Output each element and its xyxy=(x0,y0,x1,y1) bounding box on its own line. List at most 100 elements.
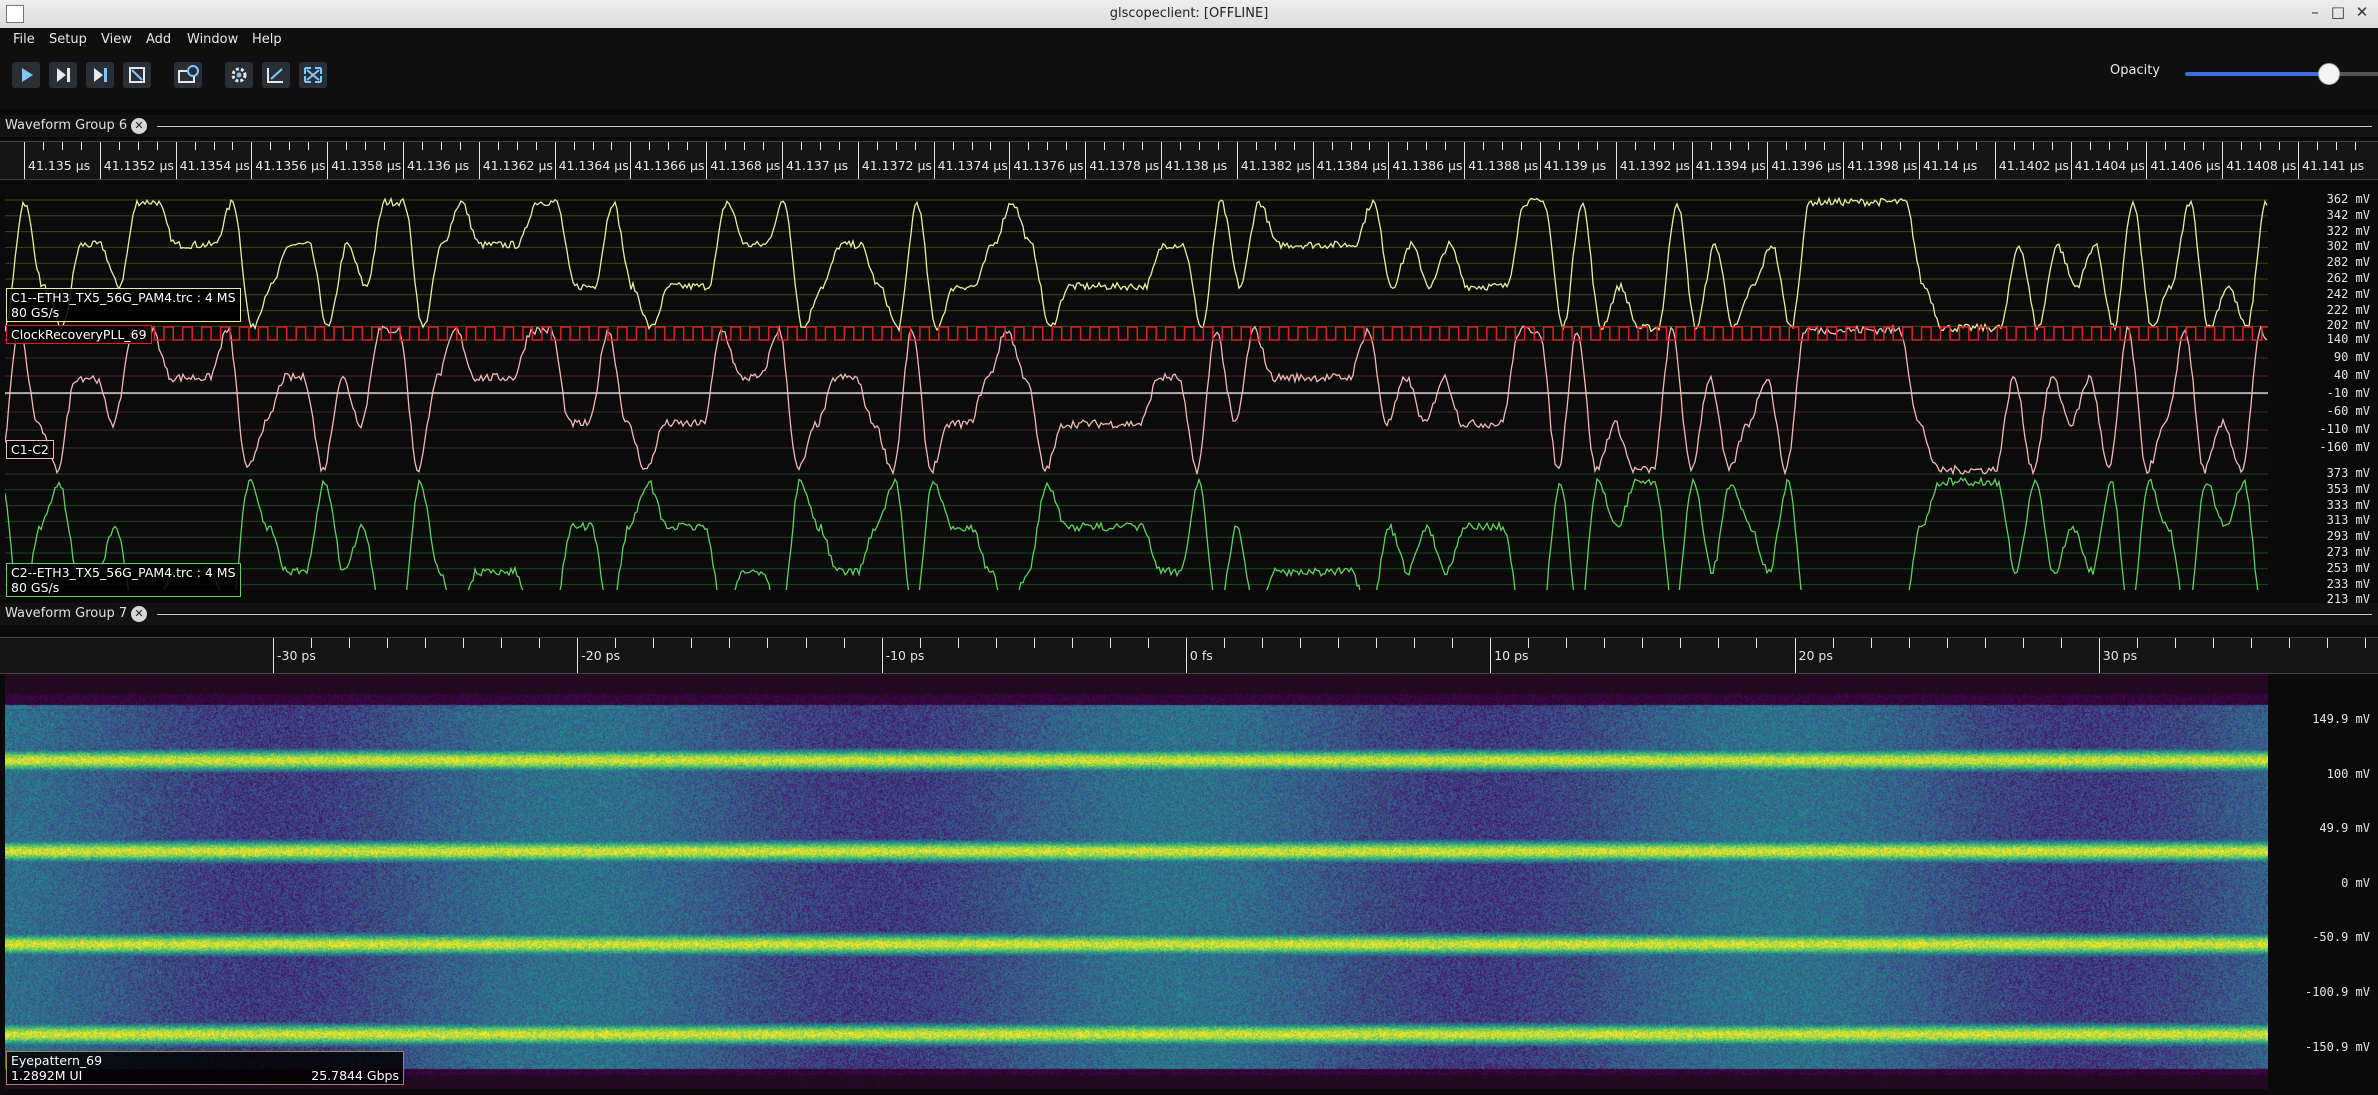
timeline-minor-tick xyxy=(952,142,954,150)
channel-label-c2[interactable]: C2--ETH3_TX5_56G_PAM4.trc : 4 MS 80 GS/s xyxy=(6,563,241,597)
menu-file[interactable]: File xyxy=(13,32,35,47)
eye-pattern-plot[interactable] xyxy=(5,674,2268,1089)
menu-setup[interactable]: Setup xyxy=(49,32,87,47)
timeline-minor-tick xyxy=(668,142,670,150)
axis-label: 273 mV xyxy=(2326,545,2370,559)
timeline-label: 41.1378 µs xyxy=(1089,158,1160,173)
timeline-minor-tick xyxy=(971,142,973,150)
menubar: File Setup View Add Window Help xyxy=(0,28,2378,53)
timeline-major-tick xyxy=(1388,142,1390,179)
timeline-group-7[interactable]: -30 ps -20 ps -10 ps 0 fs 10 ps 20 ps 30 ps xyxy=(0,637,2378,674)
opacity-slider-track[interactable] xyxy=(2185,72,2329,76)
timeline-major-tick xyxy=(1464,142,1466,179)
history-icon[interactable] xyxy=(174,62,202,88)
timeline-minor-tick xyxy=(118,142,120,150)
axis-label: 100 mV xyxy=(2326,766,2370,781)
timeline-minor-tick xyxy=(805,638,807,648)
menu-help[interactable]: Help xyxy=(252,32,282,47)
timeline-minor-tick xyxy=(42,142,44,150)
timeline-minor-tick xyxy=(425,638,427,648)
axis-label: 262 mV xyxy=(2326,271,2370,285)
minimize-icon[interactable]: – xyxy=(2305,3,2325,21)
timeline-major-tick xyxy=(24,142,25,179)
timeline-major-tick xyxy=(857,142,859,179)
timeline-minor-tick xyxy=(592,142,594,150)
timeline-minor-tick xyxy=(691,638,693,648)
timeline-minor-tick xyxy=(501,638,503,648)
timeline-minor-tick xyxy=(1047,142,1049,150)
timeline-minor-tick xyxy=(1558,142,1560,150)
timeline-minor-tick xyxy=(232,142,234,150)
timeline-label: 41.135 µs xyxy=(28,158,91,173)
axis-label: 342 mV xyxy=(2326,207,2370,222)
timeline-major-tick xyxy=(706,142,708,179)
axis-label: 0 mV xyxy=(2341,875,2370,890)
timeline-major-tick xyxy=(1236,142,1238,179)
close-group-6-icon[interactable]: ✕ xyxy=(131,118,147,134)
timeline-minor-tick xyxy=(819,142,821,150)
opacity-slider-thumb[interactable] xyxy=(2318,63,2341,85)
channel-label-c1[interactable]: C1--ETH3_TX5_56G_PAM4.trc : 4 MS 80 GS/s xyxy=(6,288,241,322)
menu-window[interactable]: Window xyxy=(187,32,238,47)
start-icon[interactable] xyxy=(12,62,40,88)
timeline-minor-tick xyxy=(1445,142,1447,150)
timeline-label: 41.1364 µs xyxy=(558,158,629,173)
force-trigger-icon[interactable] xyxy=(86,62,114,88)
timeline-minor-tick xyxy=(1900,142,1902,150)
timeline-minor-tick xyxy=(1452,638,1454,648)
timeline-group-6[interactable]: 41.135 µs 41.1352 µs 41.1354 µs 41.1356 µs 4… xyxy=(0,141,2378,180)
timeline-major-tick xyxy=(2298,142,2299,179)
axis-label: 333 mV xyxy=(2326,497,2370,512)
timeline-minor-tick xyxy=(346,142,348,150)
channel-label-eyepattern[interactable]: Eyepattern_69 1.2892M UI 25.7844 Gbps xyxy=(6,1051,404,1085)
timeline-minor-tick xyxy=(1672,142,1674,150)
timeline-minor-tick xyxy=(1198,142,1200,150)
axis-label: 293 mV xyxy=(2326,529,2370,544)
single-trigger-icon[interactable] xyxy=(49,62,77,88)
timeline-minor-tick xyxy=(1528,638,1530,648)
timeline-minor-tick xyxy=(1338,638,1340,648)
preferences-icon[interactable] xyxy=(225,62,253,88)
eye-pattern-canvas xyxy=(5,674,2268,1089)
timeline-major-tick xyxy=(1009,142,1011,179)
channel-c1-rate: 80 GS/s xyxy=(11,305,60,320)
close-icon[interactable]: ✕ xyxy=(2352,3,2372,21)
timeline-major-tick xyxy=(881,638,883,673)
waveform-plot-area[interactable] xyxy=(5,180,2268,590)
window-titlebar: glscopeclient: [OFFLINE] – □ ✕ xyxy=(0,0,2378,29)
menu-add[interactable]: Add xyxy=(146,32,171,47)
channel-label-c1-c2[interactable]: C1-C2 xyxy=(6,440,54,459)
timeline-label: 41.1356 µs xyxy=(255,158,326,173)
vertical-axis-group-6[interactable]: 362 mV 342 mV 322 mV 302 mV 282 mV 262 mV 242 … xyxy=(2268,180,2378,606)
timeline-minor-tick xyxy=(838,142,840,150)
timeline-minor-tick xyxy=(1634,142,1636,150)
fullscreen-icon[interactable] xyxy=(299,62,327,88)
menu-view[interactable]: View xyxy=(101,32,132,47)
waveform-group-7-header: Waveform Group 7 ✕ xyxy=(0,603,2378,625)
timeline-minor-tick xyxy=(2060,638,2062,648)
timeline-major-tick xyxy=(2070,142,2072,179)
waveform-trace xyxy=(5,196,2268,333)
timeline-minor-tick xyxy=(1217,142,1219,150)
timeline-major-tick xyxy=(1185,638,1187,673)
timeline-label: -10 ps xyxy=(885,648,925,663)
timeline-minor-tick xyxy=(1862,142,1864,150)
eye-rate: 25.7844 Gbps xyxy=(311,1068,399,1083)
timeline-minor-tick xyxy=(1566,638,1568,648)
stop-icon[interactable] xyxy=(123,62,151,88)
clear-sweeps-icon[interactable] xyxy=(262,62,290,88)
timeline-major-tick xyxy=(782,142,783,179)
timeline-minor-tick xyxy=(1653,142,1655,150)
timeline-major-tick xyxy=(1490,638,1492,673)
channel-label-clock[interactable]: ClockRecoveryPLL_69 xyxy=(6,325,152,344)
timeline-label: 41.1354 µs xyxy=(179,158,250,173)
timeline-minor-tick xyxy=(876,142,878,150)
timeline-minor-tick xyxy=(1066,142,1068,150)
vertical-axis-group-7[interactable]: 149.9 mV 100 mV 49.9 mV 0 mV -50.9 mV -100.9 … xyxy=(2268,674,2378,1089)
close-group-7-icon[interactable]: ✕ xyxy=(131,606,147,622)
axis-label: 282 mV xyxy=(2326,255,2370,270)
timeline-minor-tick xyxy=(1300,638,1301,648)
timeline-minor-tick xyxy=(995,638,997,648)
timeline-label: 41.138 µs xyxy=(1165,158,1228,173)
maximize-icon[interactable]: □ xyxy=(2328,3,2348,21)
